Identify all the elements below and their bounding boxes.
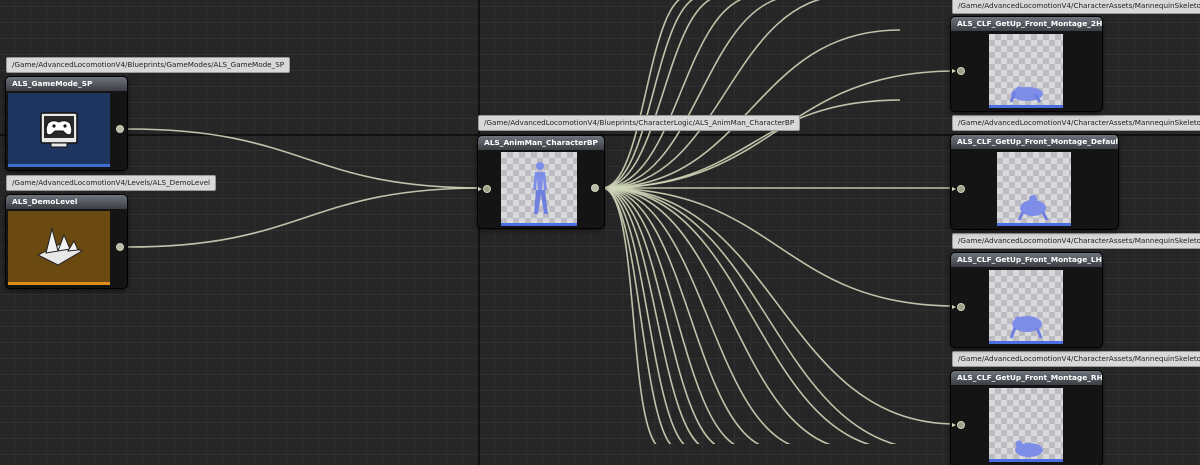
level-map-icon xyxy=(36,227,84,266)
path-tooltip-gamemode: /Game/AdvancedLocomotionV4/Blueprints/Ga… xyxy=(6,57,291,73)
wire-offscreen-bottom xyxy=(601,187,701,444)
node-title: ALS_DemoLevel xyxy=(6,195,127,209)
wire-offscreen-top xyxy=(601,0,681,189)
wire-offscreen-bottom xyxy=(601,187,672,444)
node-montage-2h[interactable]: ALS_CLF_GetUp_Front_Montage_2H xyxy=(951,17,1102,111)
path-tooltip-top: /Game/AdvancedLocomotionV4/CharacterAsse… xyxy=(952,0,1200,14)
path-text: /Game/AdvancedLocomotionV4/Levels/ALS_De… xyxy=(12,178,210,187)
wire-demolevel xyxy=(127,187,484,248)
wire-offscreen-top xyxy=(601,0,694,189)
wire-offscreen-bottom xyxy=(601,187,897,444)
wire-montage-rh xyxy=(601,187,957,425)
wire-offscreen-top xyxy=(601,0,821,189)
input-pin[interactable] xyxy=(952,421,965,429)
node-thumbnail xyxy=(501,152,577,226)
path-tooltip-center: /Game/AdvancedLocomotionV4/Blueprints/Ch… xyxy=(478,115,801,131)
thumbnail-accent-bar xyxy=(989,459,1063,462)
input-pin[interactable] xyxy=(952,303,965,311)
input-pin[interactable] xyxy=(478,185,491,193)
anim-montage-icon xyxy=(1009,86,1043,103)
anim-montage-icon xyxy=(1017,195,1049,221)
path-tooltip-target-2: /Game/AdvancedLocomotionV4/CharacterAsse… xyxy=(952,233,1200,249)
input-pin[interactable] xyxy=(952,67,965,75)
path-tooltip-target-3: /Game/AdvancedLocomotionV4/CharacterAsse… xyxy=(952,351,1200,367)
thumbnail-accent-bar xyxy=(8,282,110,285)
output-pin[interactable] xyxy=(591,184,599,192)
node-thumbnail xyxy=(989,388,1063,462)
input-pin[interactable] xyxy=(952,185,965,193)
path-text: /Game/AdvancedLocomotionV4/CharacterAsse… xyxy=(958,1,1200,10)
mannequin-icon xyxy=(533,162,548,214)
node-title: ALS_CLF_GetUp_Front_Montage_2H xyxy=(951,17,1102,31)
node-thumbnail xyxy=(997,152,1071,226)
node-thumbnail xyxy=(8,211,110,285)
path-text: /Game/AdvancedLocomotionV4/Blueprints/Ga… xyxy=(12,60,285,69)
thumbnail-accent-bar xyxy=(989,105,1063,108)
wire-offscreen-bottom xyxy=(601,187,686,444)
path-text: /Game/AdvancedLocomotionV4/CharacterAsse… xyxy=(958,236,1200,245)
node-demolevel[interactable]: ALS_DemoLevel xyxy=(6,195,127,288)
path-tooltip-target-1: /Game/AdvancedLocomotionV4/CharacterAsse… xyxy=(952,115,1200,131)
output-pin[interactable] xyxy=(116,243,124,251)
node-montage-lh[interactable]: ALS_CLF_GetUp_Front_Montage_LH xyxy=(951,253,1102,347)
thumbnail-accent-bar xyxy=(8,164,110,167)
thumbnail-accent-bar xyxy=(989,341,1063,344)
node-gamemode[interactable]: ALS_GameMode_SP xyxy=(6,77,127,170)
node-thumbnail xyxy=(989,34,1063,108)
node-thumbnail xyxy=(989,270,1063,344)
wire-offscreen-top xyxy=(601,0,742,189)
node-title: ALS_AnimMan_CharacterBP xyxy=(478,136,604,150)
node-montage-rh[interactable]: ALS_CLF_GetUp_Front_Montage_RH xyxy=(951,371,1102,465)
path-text: /Game/AdvancedLocomotionV4/CharacterAsse… xyxy=(958,354,1200,363)
path-text: /Game/AdvancedLocomotionV4/CharacterAsse… xyxy=(958,118,1200,127)
gamepad-icon xyxy=(40,112,78,148)
node-montage-default[interactable]: ALS_CLF_GetUp_Front_Montage_Default xyxy=(951,135,1118,229)
path-tooltip-demolevel: /Game/AdvancedLocomotionV4/Levels/ALS_De… xyxy=(6,175,216,191)
anim-montage-icon xyxy=(1015,440,1043,457)
anim-montage-icon xyxy=(1009,316,1043,339)
node-character-bp[interactable]: ALS_AnimMan_CharacterBP xyxy=(478,136,604,228)
node-title: ALS_GameMode_SP xyxy=(6,77,127,91)
output-pin[interactable] xyxy=(116,125,124,133)
thumbnail-accent-bar xyxy=(501,223,577,226)
node-title: ALS_CLF_GetUp_Front_Montage_LH xyxy=(951,253,1102,267)
path-text: /Game/AdvancedLocomotionV4/Blueprints/Ch… xyxy=(484,118,795,127)
node-title: ALS_CLF_GetUp_Front_Montage_Default xyxy=(951,135,1118,149)
node-thumbnail xyxy=(8,93,110,167)
node-title: ALS_CLF_GetUp_Front_Montage_RH xyxy=(951,371,1102,385)
thumbnail-accent-bar xyxy=(997,223,1071,226)
